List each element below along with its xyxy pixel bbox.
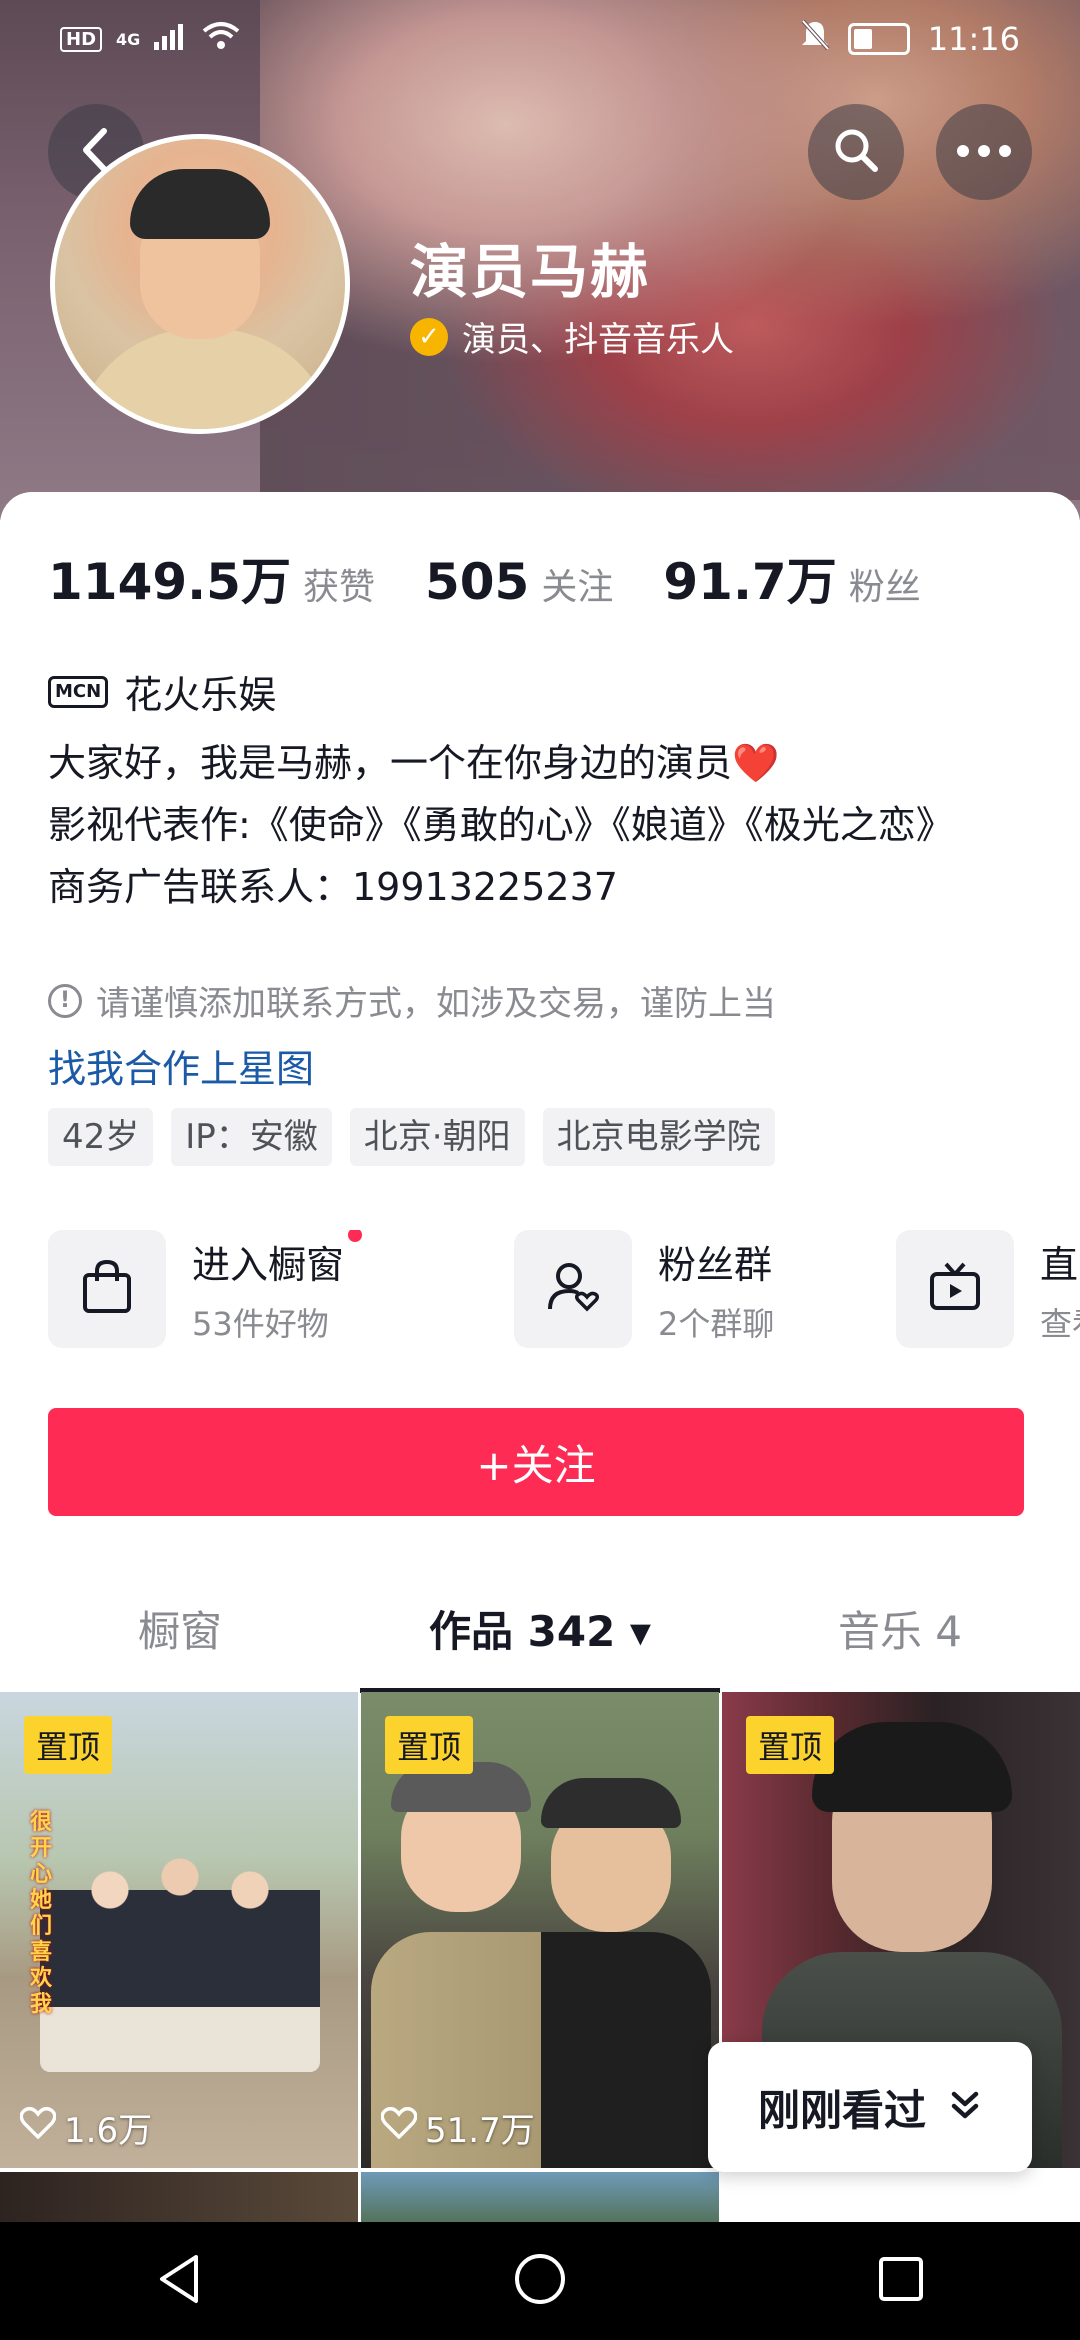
- status-bar: HD 4G 11:16: [60, 14, 1020, 64]
- verification-row: ✓ 演员、抖音音乐人: [410, 312, 734, 361]
- clock: 11:16: [927, 20, 1020, 58]
- double-chevron-down-icon: [948, 2083, 982, 2132]
- search-button[interactable]: [808, 104, 904, 200]
- mute-bell-icon: [800, 19, 830, 59]
- recently-viewed-button[interactable]: 刚刚看过: [708, 2042, 1032, 2172]
- bio-line-2: 影视代表作:《使命》《勇敢的心》《娘道》《极光之恋》: [48, 803, 954, 847]
- service-fan-title: 粉丝群: [658, 1242, 773, 1287]
- stat-following[interactable]: 505 关注: [425, 553, 613, 611]
- header-cover-photo: [260, 0, 1080, 500]
- video-thumbnail[interactable]: 置顶 51.7万: [361, 1692, 719, 2168]
- profile-header: HD 4G 11:16 演员马赫 ✓ 演员、抖音音乐人: [0, 0, 1080, 520]
- service-live[interactable]: 直 查看: [896, 1230, 1080, 1348]
- shopping-bag-icon: [80, 1259, 134, 1319]
- tag-age: 42岁: [48, 1108, 154, 1166]
- mcn-label: 花火乐娱: [124, 673, 277, 717]
- tv-icon: [928, 1260, 982, 1318]
- mcn-icon: MCN: [48, 675, 109, 708]
- new-dot: [348, 1230, 363, 1242]
- pinned-badge: 置顶: [746, 1716, 835, 1774]
- bio-line-1: 大家好，我是马赫，一个在你身边的演员: [48, 741, 733, 785]
- bio: 大家好，我是马赫，一个在你身边的演员❤️ 影视代表作:《使命》《勇敢的心》《娘道…: [48, 732, 1038, 918]
- search-icon: [832, 126, 880, 178]
- follow-button[interactable]: +关注: [48, 1408, 1024, 1516]
- recently-viewed-label: 刚刚看过: [757, 2085, 926, 2135]
- more-dots-icon: [956, 143, 1012, 162]
- stats-row: 1149.5万 获赞 505 关注 91.7万 粉丝: [48, 542, 921, 614]
- stat-followers[interactable]: 91.7万 粉丝: [663, 542, 920, 614]
- video-1-caption: 很开心她们喜欢我: [30, 1810, 53, 2017]
- fan-group-icon: [545, 1259, 601, 1319]
- verification-text: 演员、抖音音乐人: [462, 320, 734, 360]
- bio-line-3: 商务广告联系人：19913225237: [48, 865, 618, 909]
- service-shop-sub: 53件好物: [192, 1304, 329, 1343]
- warning-text: 请谨慎添加联系方式，如涉及交易，谨防上当: [96, 984, 776, 1024]
- warning-icon: !: [48, 983, 82, 1018]
- tab-works[interactable]: 作品 342 ▾: [360, 1568, 720, 1688]
- video-1-people: [40, 1812, 320, 2072]
- wifi-icon: [202, 21, 240, 57]
- heart-outline-icon: [380, 2106, 418, 2148]
- video-3-hair: [812, 1722, 1012, 1812]
- system-nav-bar: [0, 2222, 1080, 2340]
- services-row: 进入橱窗 53件好物 粉丝群 2个群聊 直 查看: [48, 1230, 1080, 1350]
- nav-home-icon[interactable]: [512, 2251, 568, 2311]
- battery-icon: [847, 23, 910, 55]
- verified-check-icon: ✓: [410, 317, 448, 356]
- service-fan-group[interactable]: 粉丝群 2个群聊: [514, 1230, 774, 1348]
- avatar[interactable]: [50, 134, 350, 434]
- like-count: 51.7万: [425, 2111, 535, 2151]
- service-live-title: 直: [1040, 1242, 1079, 1287]
- profile-name: 演员马赫: [410, 238, 651, 306]
- tab-shop-window[interactable]: 橱窗: [0, 1568, 360, 1688]
- stat-likes[interactable]: 1149.5万 获赞: [48, 542, 375, 614]
- tag-school[interactable]: 北京电影学院: [542, 1108, 775, 1166]
- heart-outline-icon: [19, 2106, 57, 2148]
- video-thumbnail[interactable]: 很开心她们喜欢我 置顶 1.6万: [0, 1692, 358, 2168]
- heart-icon: ❤️: [732, 741, 780, 785]
- contact-warning: ! 请谨慎添加联系方式，如涉及交易，谨防上当: [48, 976, 776, 1025]
- video-2-cap-right: [541, 1778, 681, 1828]
- service-live-sub: 查看: [1040, 1304, 1080, 1343]
- mcn-row[interactable]: MCN 花火乐娱: [48, 664, 276, 719]
- signal-icon: [154, 22, 188, 56]
- hd-indicator: HD: [60, 26, 103, 52]
- service-fan-sub: 2个群聊: [658, 1304, 775, 1343]
- nav-back-icon[interactable]: [154, 2251, 204, 2311]
- service-shop-window[interactable]: 进入橱窗 53件好物: [48, 1230, 363, 1348]
- pinned-badge: 置顶: [24, 1716, 113, 1774]
- nav-recents-icon[interactable]: [876, 2254, 926, 2308]
- tag-location[interactable]: 北京·朝阳: [349, 1108, 525, 1166]
- pinned-badge: 置顶: [385, 1716, 474, 1774]
- network-gen: 4G: [116, 29, 141, 49]
- tag-ip: IP：安徽: [171, 1108, 332, 1166]
- tab-music[interactable]: 音乐 4: [720, 1568, 1080, 1688]
- content-tabs: 橱窗 作品 342 ▾ 音乐 4: [0, 1568, 1080, 1688]
- xingtu-link[interactable]: 找我合作上星图: [48, 1038, 314, 1093]
- like-count: 1.6万: [64, 2111, 153, 2151]
- service-shop-title: 进入橱窗: [192, 1242, 345, 1287]
- more-button[interactable]: [936, 104, 1032, 200]
- profile-tags: 42岁 IP：安徽 北京·朝阳 北京电影学院: [48, 1108, 775, 1166]
